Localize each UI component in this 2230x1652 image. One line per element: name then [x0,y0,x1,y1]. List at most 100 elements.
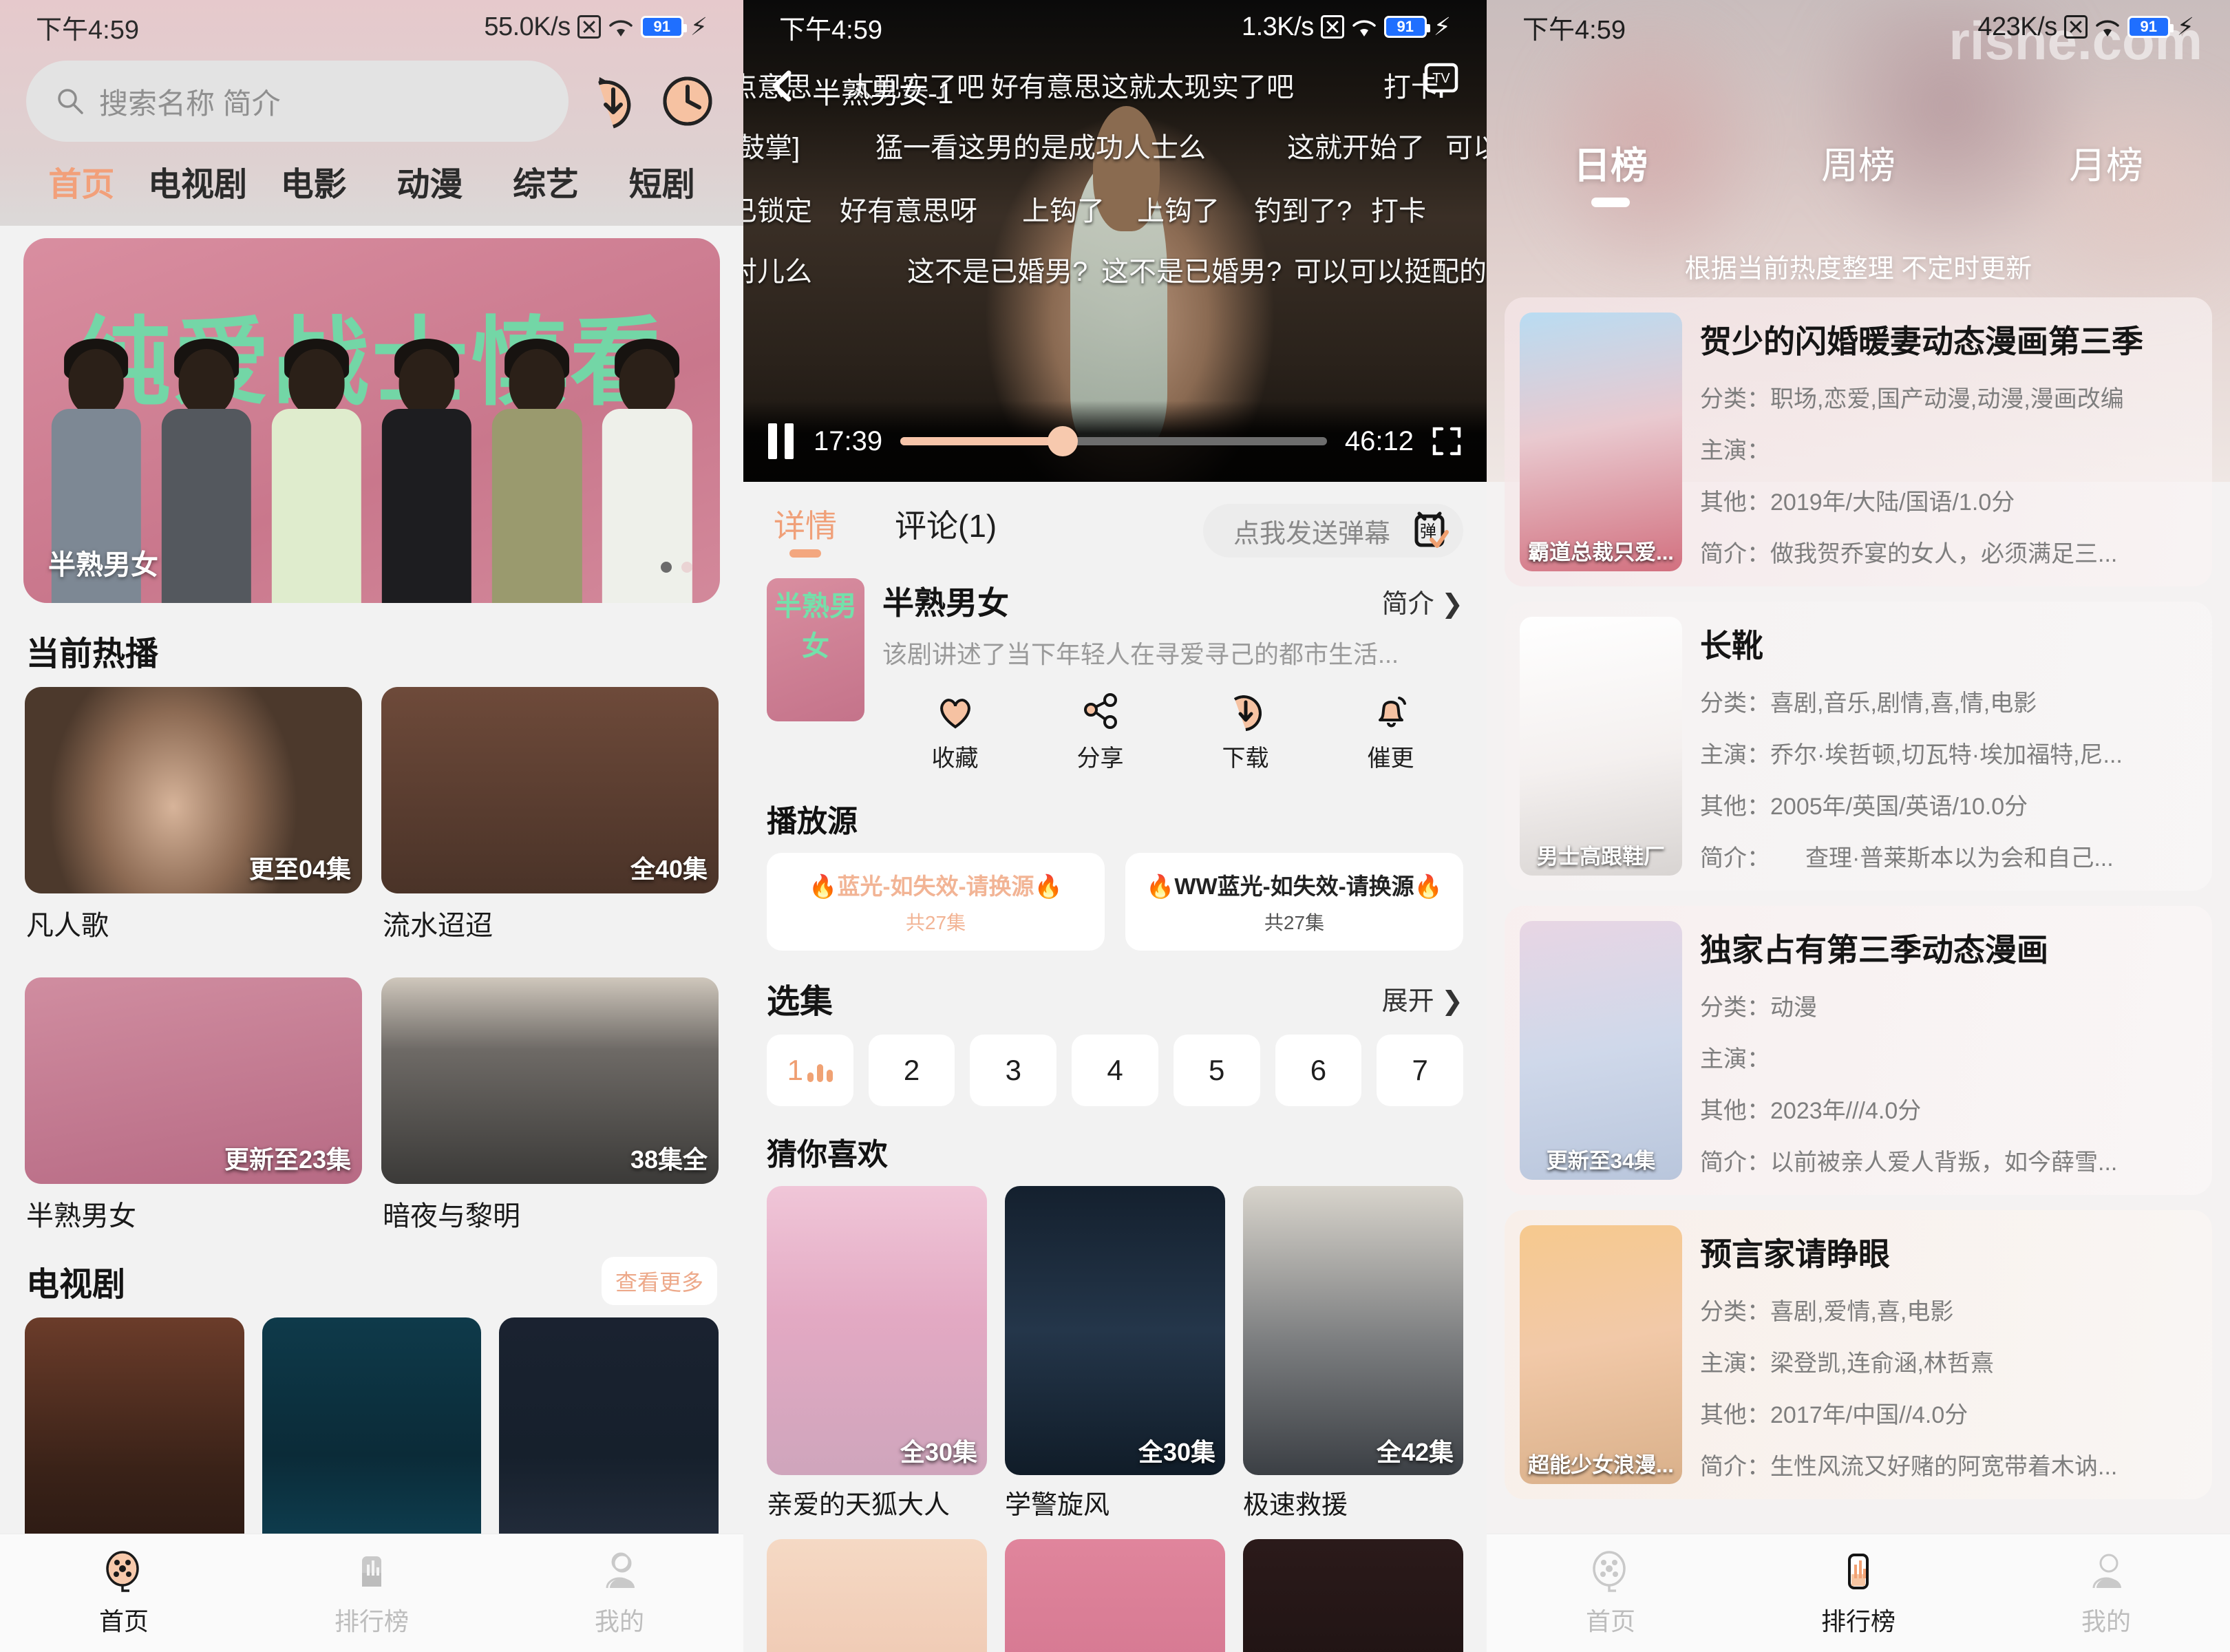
hot-card[interactable]: 更新至23集 半熟男女 [25,977,362,1233]
hero-banner[interactable]: 纯爱战士慎看 半熟男女 [23,238,720,603]
bottom-tabbar-home: 首页 排行榜 我的 [0,1534,743,1652]
progress-slider[interactable] [900,426,1327,456]
action-remind[interactable]: 催更 [1318,691,1463,773]
episode-button[interactable]: 7 [1377,1035,1464,1106]
fullscreen-icon[interactable] [1432,426,1462,456]
hot-card[interactable]: 38集全 暗夜与黎明 [381,977,719,1233]
rank-period-tabs: 日榜 周榜 月榜 [1487,54,2230,189]
tab-monthly-rank[interactable]: 月榜 [1982,135,2230,189]
synopsis-link[interactable]: 简介 ❯ [1382,582,1463,620]
thumbnail: 全30集 [1005,1186,1225,1475]
thumbnail: 更至04集 [25,687,362,893]
danmaku-input[interactable]: 点我发送弹幕 弹 [1202,504,1463,558]
hot-card[interactable]: 更至04集 凡人歌 [25,687,362,943]
tab-daily-rank[interactable]: 日榜 [1487,135,1734,189]
pause-icon[interactable] [768,423,796,459]
rank-item-summary: 简介：做我贺乔宴的女人，必须满足三... [1700,541,2118,567]
history-clock-icon[interactable] [658,72,717,131]
episodes-expand-button[interactable]: 展开 ❯ [1382,979,1463,1017]
tabbar-item-rank[interactable]: 排行榜 [1734,1549,1982,1638]
rank-list-item[interactable]: 超能少女浪漫... 预言家请睁眼 分类：喜剧,爱情,喜,电影 主演：梁登凯,连俞… [1505,1210,2212,1499]
episode-list: 1 2 3 4 5 6 7 [743,1035,1487,1106]
rank-poster: 霸道总裁只爱... [1520,313,1682,571]
tabbar-item-mine[interactable]: 我的 [496,1549,743,1638]
rank-item-body: 长靴 分类：喜剧,音乐,剧情,喜,情,电影 主演：乔尔·埃哲顿,切瓦特·埃加福特… [1700,617,2197,876]
rank-list-item[interactable]: 男士高跟鞋厂 长靴 分类：喜剧,音乐,剧情,喜,情,电影 主演：乔尔·埃哲顿,切… [1505,602,2212,891]
recommend-card[interactable]: 全42集 极速救援 [1243,1186,1463,1521]
battery-icon: 91 [1383,16,1430,38]
action-favorite[interactable]: 收藏 [882,691,1028,773]
tabbar-item-rank[interactable]: 排行榜 [248,1549,496,1638]
episode-button[interactable]: 3 [970,1035,1057,1106]
tabbar-label: 排行榜 [1820,1607,1895,1635]
series-description: 该剧讲述了当下年轻人在寻爱寻己的都市生活... [882,640,1399,668]
action-download[interactable]: 下载 [1173,691,1318,773]
tab-weekly-rank[interactable]: 周榜 [1734,135,1982,189]
thumbnail[interactable] [1243,1539,1463,1652]
episode-badge: 全40集 [630,855,708,883]
tab-home[interactable]: 首页 [23,157,140,205]
tab-detail[interactable]: 详情 [767,501,844,560]
thumbnail[interactable] [767,1539,987,1652]
tab-movies[interactable]: 电影 [255,157,372,205]
carousel-dot[interactable] [661,562,672,573]
carousel-dot-active[interactable] [681,562,692,573]
tabbar-label: 我的 [594,1607,644,1635]
episode-button[interactable]: 4 [1072,1035,1158,1106]
source-option[interactable]: 🔥WW蓝光-如失效-请换源🔥 共27集 [1125,853,1463,951]
hot-card[interactable]: 全40集 流水迢迢 [381,687,719,943]
tabbar-item-home[interactable]: 首页 [1487,1549,1734,1638]
episode-badge: 更新至23集 [224,1145,351,1174]
source-option-active[interactable]: 🔥蓝光-如失效-请换源🔥 共27集 [767,853,1105,951]
tab-anime[interactable]: 动漫 [372,157,488,205]
action-share[interactable]: 分享 [1028,691,1173,773]
hot-section-header: 当前热播 [0,603,743,687]
poster-badge: 更新至34集 [1546,1149,1656,1173]
tab-variety[interactable]: 综艺 [488,157,604,205]
back-chevron-icon[interactable] [763,66,803,109]
rank-item-summary: 简介： 查理·普莱斯本以为会和自己... [1700,845,2114,871]
rank-list-item[interactable]: 霸道总裁只爱... 贺少的闪婚暖妻动态漫画第三季 分类：职场,恋爱,国产动漫,动… [1505,297,2212,586]
episodes-header: 选集 展开 ❯ [743,951,1487,1035]
source-name: 🔥蓝光-如失效-请换源🔥 [809,873,1063,899]
tab-shortdrama[interactable]: 短剧 [604,157,720,205]
chart-phone-icon [362,1556,381,1587]
video-player[interactable]: 点意思 太现实了吧 好有意思这就太现实了吧 打卡 [鼓掌] 猛一看这男的是成功人… [743,0,1487,482]
battery-icon: 91 [640,16,687,38]
tab-comments[interactable]: 评论(1) [888,501,1003,560]
recommend-card[interactable]: 全30集 学警旋风 [1005,1186,1225,1521]
search-input[interactable]: 搜索名称 简介 [26,61,569,142]
tab-tv-series[interactable]: 电视剧 [140,157,256,205]
series-poster[interactable]: 半熟男女 [767,578,864,721]
danmaku-toggle-icon[interactable]: 弹 [1408,509,1451,552]
home-screen: 下午4:59 55.0K/s 91 ⚡ 搜索名称 简介 首页 电视剧 电影 动漫… [0,0,743,1652]
view-more-button[interactable]: 查看更多 [601,1257,717,1305]
status-indicators: 55.0K/s 91 ⚡ [484,12,708,42]
signal-off-icon [2063,15,2088,39]
tv-cast-icon[interactable]: TV [1419,59,1463,107]
film-reel-icon [1593,1550,1626,1592]
episode-button[interactable]: 5 [1173,1035,1260,1106]
network-speed: 1.3K/s [1241,12,1314,41]
episode-button[interactable]: 6 [1275,1035,1362,1106]
charging-icon: ⚡ [690,12,708,41]
recommend-card[interactable]: 全30集 亲爱的天狐大人 [767,1186,987,1521]
thumbnail[interactable] [1005,1539,1225,1652]
rank-item-body: 预言家请睁眼 分类：喜剧,爱情,喜,电影 主演：梁登凯,连俞涵,林哲熹 其他：2… [1700,1225,2197,1484]
episode-button[interactable]: 2 [868,1035,955,1106]
rank-item-category: 分类：喜剧,音乐,剧情,喜,情,电影 [1700,690,2037,717]
download-icon [1233,695,1262,731]
bell-icon [1378,697,1406,728]
tabbar-item-mine[interactable]: 我的 [1982,1549,2230,1638]
episode-badge: 更至04集 [248,855,351,883]
rank-poster: 超能少女浪漫... [1520,1225,1682,1484]
wifi-icon [1351,17,1377,37]
progress-handle[interactable] [1047,426,1078,456]
tabbar-item-home[interactable]: 首页 [0,1549,248,1638]
status-indicators: 1.3K/s 91 ⚡ [1242,12,1451,42]
rank-subtitle: 根据当前热度整理 不定时更新 [1684,255,2032,284]
rank-item-title: 贺少的闪婚暖妻动态漫画第三季 [1700,324,2143,359]
download-circle-icon[interactable] [584,72,643,131]
episode-button-active[interactable]: 1 [767,1035,853,1106]
rank-list-item[interactable]: 更新至34集 独家占有第三季动态漫画 分类：动漫 主演： 其他：2023年///… [1505,906,2212,1195]
